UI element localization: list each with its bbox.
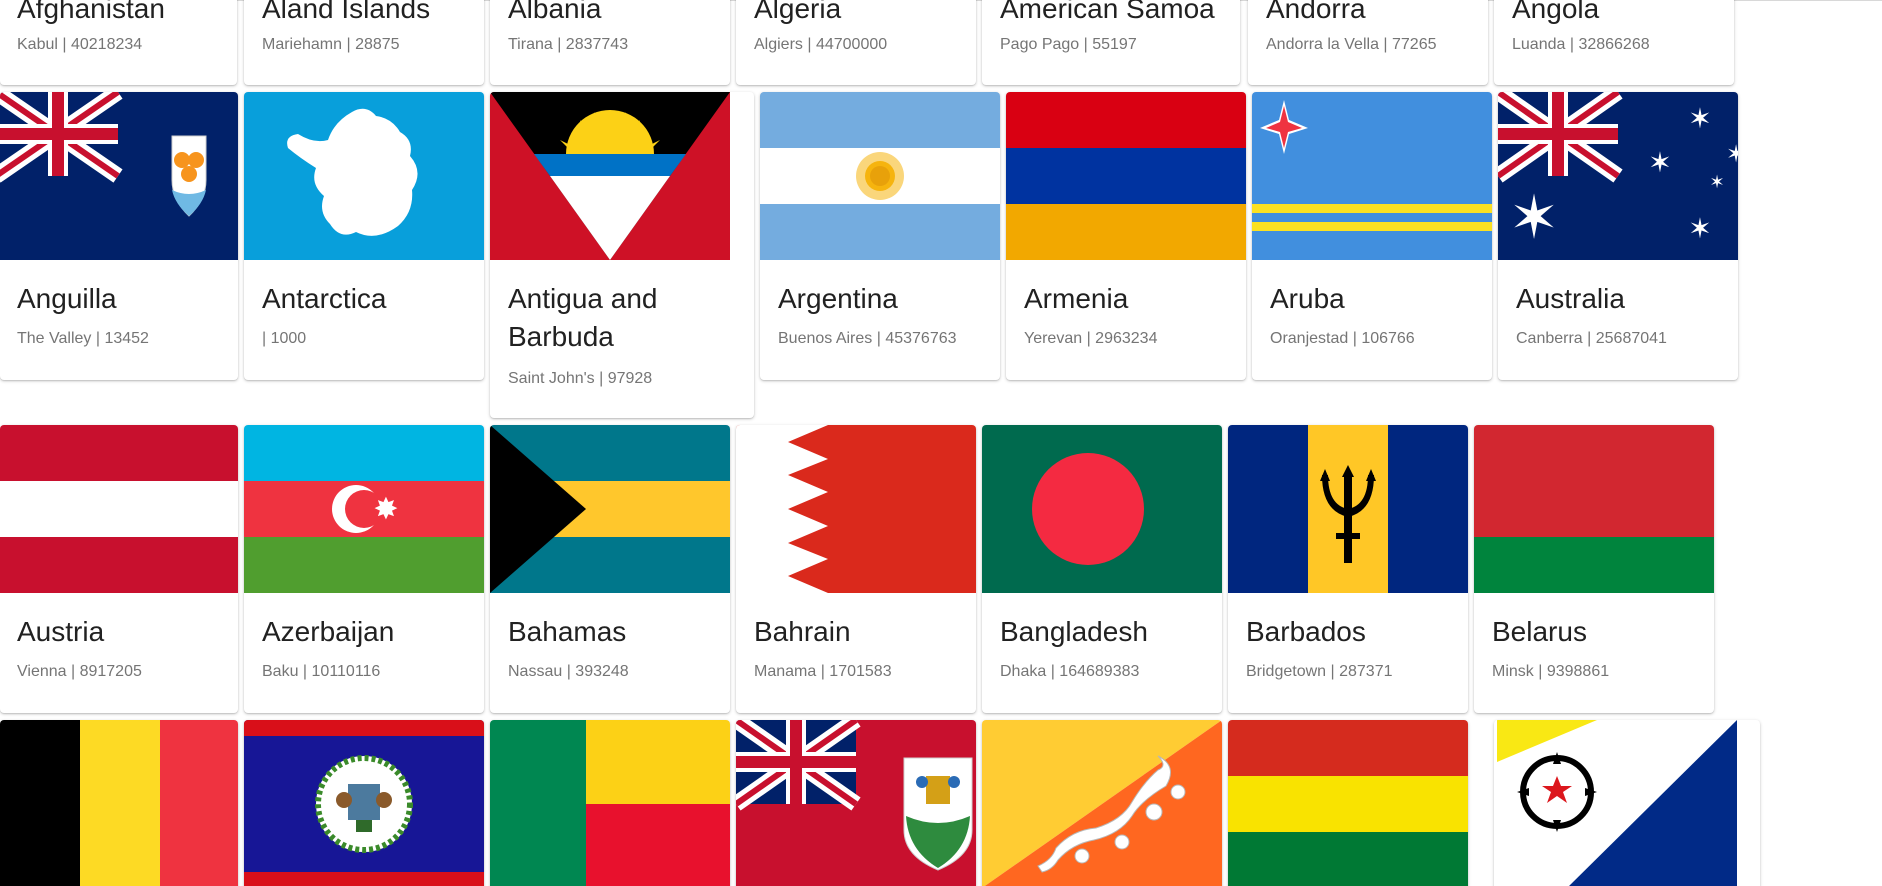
country-capital-population: Buenos Aires | 45376763: [778, 330, 957, 347]
country-capital-population: | 1000: [262, 330, 307, 347]
country-capital-population: Algiers | 44700000: [754, 36, 888, 53]
belarus-flag: [1474, 425, 1714, 593]
austria-flag: [0, 425, 238, 593]
svg-text:✶: ✶: [1726, 140, 1738, 168]
country-name: Albania: [508, 0, 602, 24]
country-card-bolivia[interactable]: [1228, 720, 1468, 886]
azerbaijan-flag: ✸: [244, 425, 484, 593]
country-card-armenia[interactable]: Armenia Yerevan | 2963234: [1006, 92, 1246, 380]
country-name: Bahrain: [754, 616, 851, 647]
country-card-antarctica[interactable]: Antarctica | 1000: [244, 92, 484, 380]
country-capital-population: Tirana | 2837743: [508, 36, 629, 53]
country-card-belgium[interactable]: [0, 720, 238, 886]
country-name: Barbados: [1246, 616, 1366, 647]
anguilla-flag: [0, 92, 238, 260]
country-capital-population: Canberra | 25687041: [1516, 330, 1667, 347]
country-name: Bahamas: [508, 616, 627, 647]
country-capital-population: Saint John's | 97928: [508, 370, 653, 387]
country-card-australia[interactable]: ✶ ✶ ✶ ✶ ✶ ✶ Australia Canberra | 2568704…: [1498, 92, 1738, 380]
svg-text:✶: ✶: [1648, 146, 1671, 179]
country-name: Aland Islands: [262, 0, 431, 24]
antigua-and-barbuda-flag: [490, 92, 730, 260]
country-capital-population: Mariehamn | 28875: [262, 36, 400, 53]
bolivia-flag: [1228, 720, 1468, 886]
country-name: American Samoa: [1000, 0, 1215, 24]
country-card-afghanistan[interactable]: Afghanistan Kabul | 40218234: [0, 0, 237, 85]
country-name: Antarctica: [262, 283, 387, 314]
country-card-albania[interactable]: Albania Tirana | 2837743: [490, 0, 730, 85]
country-capital-population: Andorra la Vella | 77265: [1266, 36, 1437, 53]
country-capital-population: Minsk | 9398861: [1492, 663, 1610, 680]
svg-text:✸: ✸: [373, 492, 398, 527]
country-name: Armenia: [1024, 283, 1129, 314]
country-card-algeria[interactable]: Algeria Algiers | 44700000: [736, 0, 976, 85]
country-card-bermuda[interactable]: [736, 720, 976, 886]
country-capital-population: Baku | 10110116: [262, 663, 381, 680]
country-name: Andorra: [1266, 0, 1366, 24]
bonaire-flag: [1497, 720, 1737, 886]
argentina-flag: [760, 92, 1000, 260]
country-card-benin[interactable]: [490, 720, 730, 886]
bermuda-flag: [736, 720, 976, 886]
svg-text:✶: ✶: [1688, 212, 1711, 245]
country-card-argentina[interactable]: Argentina Buenos Aires | 45376763: [760, 92, 1000, 380]
belize-flag: [244, 720, 484, 886]
country-name: Austria: [17, 616, 105, 647]
country-card-anguilla[interactable]: Anguilla The Valley | 13452: [0, 92, 238, 380]
country-name: Argentina: [778, 283, 898, 314]
country-card-angola[interactable]: Angola Luanda | 32866268: [1494, 0, 1734, 85]
benin-flag: [490, 720, 730, 886]
country-capital-population: Luanda | 32866268: [1512, 36, 1650, 53]
country-card-aruba[interactable]: Aruba Oranjestad | 106766: [1252, 92, 1492, 380]
country-card-barbados[interactable]: Barbados Bridgetown | 287371: [1228, 425, 1468, 713]
country-name: Azerbaijan: [262, 616, 395, 647]
armenia-flag: [1006, 92, 1246, 260]
antarctica-flag: [244, 92, 484, 260]
country-card-bahrain[interactable]: Bahrain Manama | 1701583: [736, 425, 976, 713]
svg-text:✶: ✶: [1709, 172, 1724, 193]
country-name: Anguilla: [17, 283, 117, 314]
country-capital-population: The Valley | 13452: [17, 330, 149, 347]
country-capital-population: Dhaka | 164689383: [1000, 663, 1140, 680]
country-name: Antigua and Barbuda: [508, 283, 658, 352]
country-card-belarus[interactable]: Belarus Minsk | 9398861: [1474, 425, 1714, 713]
country-name: Algeria: [754, 0, 842, 24]
country-card-bonaire[interactable]: [1494, 720, 1760, 886]
country-card-antigua-and-barbuda[interactable]: Antigua and Barbuda Saint John's | 97928: [490, 92, 754, 418]
country-capital-population: Oranjestad | 106766: [1270, 330, 1415, 347]
svg-text:✶: ✶: [1509, 183, 1559, 253]
country-card-bhutan[interactable]: [982, 720, 1222, 886]
country-name: Bangladesh: [1000, 616, 1148, 647]
bangladesh-flag: [982, 425, 1222, 593]
country-card-belize[interactable]: [244, 720, 484, 886]
bahamas-flag: [490, 425, 730, 593]
country-card-austria[interactable]: Austria Vienna | 8917205: [0, 425, 238, 713]
country-card-aland-islands[interactable]: Aland Islands Mariehamn | 28875: [244, 0, 484, 85]
barbados-flag: [1228, 425, 1468, 593]
country-capital-population: Kabul | 40218234: [17, 36, 143, 53]
country-grid: Afghanistan Kabul | 40218234 Aland Islan…: [0, 0, 1882, 886]
aruba-flag: [1252, 92, 1492, 260]
country-name: Angola: [1512, 0, 1600, 24]
bhutan-flag: [982, 720, 1222, 886]
country-card-american-samoa[interactable]: American Samoa Pago Pago | 55197: [982, 0, 1240, 85]
belgium-flag: [0, 720, 238, 886]
svg-text:✶: ✶: [1688, 102, 1711, 135]
country-name: Afghanistan: [17, 0, 165, 24]
country-capital-population: Yerevan | 2963234: [1024, 330, 1158, 347]
bahrain-flag: [736, 425, 976, 593]
country-card-bahamas[interactable]: Bahamas Nassau | 393248: [490, 425, 730, 713]
country-capital-population: Pago Pago | 55197: [1000, 36, 1137, 53]
country-capital-population: Nassau | 393248: [508, 663, 629, 680]
country-card-azerbaijan[interactable]: ✸ Azerbaijan Baku | 10110116: [244, 425, 484, 713]
country-capital-population: Manama | 1701583: [754, 663, 892, 680]
country-name: Belarus: [1492, 616, 1587, 647]
country-capital-population: Vienna | 8917205: [17, 663, 142, 680]
country-name: Aruba: [1270, 283, 1345, 314]
country-card-andorra[interactable]: Andorra Andorra la Vella | 77265: [1248, 0, 1488, 85]
country-card-bangladesh[interactable]: Bangladesh Dhaka | 164689383: [982, 425, 1222, 713]
country-capital-population: Bridgetown | 287371: [1246, 663, 1393, 680]
australia-flag: ✶ ✶ ✶ ✶ ✶ ✶: [1498, 92, 1738, 260]
country-name: Australia: [1516, 283, 1625, 314]
